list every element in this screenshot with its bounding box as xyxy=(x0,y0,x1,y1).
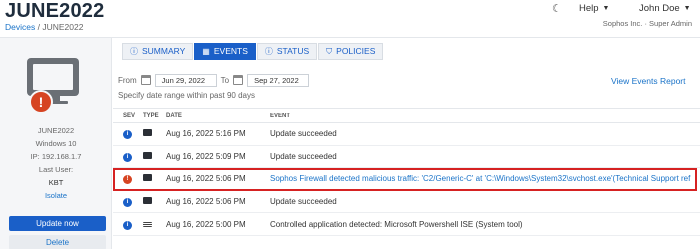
delete-button[interactable]: Delete xyxy=(9,235,106,249)
view-events-report-link[interactable]: View Events Report xyxy=(611,76,686,86)
user-menu[interactable]: John Doe ▼ xyxy=(639,3,691,14)
chevron-down-icon: ▼ xyxy=(683,5,691,12)
tab-label: STATUS xyxy=(276,46,310,56)
help-label: Help xyxy=(579,3,599,14)
event-text: Update succeeded xyxy=(270,129,337,139)
table-row[interactable]: i Aug 16, 2022 5:16 PM Update succeeded xyxy=(113,123,700,146)
tab-label: POLICIES xyxy=(336,46,376,56)
device-ip: IP: 192.168.1.7 xyxy=(30,152,82,161)
grid-icon: ▦ xyxy=(202,47,210,56)
device-icon xyxy=(143,197,152,205)
col-event: EVENT xyxy=(270,112,291,119)
range-note: Specify date range within past 90 days xyxy=(118,91,255,100)
tab-label: SUMMARY xyxy=(142,46,186,56)
last-user-value: KBT xyxy=(48,178,64,187)
info-severity-icon: i xyxy=(123,198,132,208)
tab-bar: ⓘ SUMMARY ▦ EVENTS ⓘ STATUS ⛉ POLICIES xyxy=(122,43,384,60)
event-date: Aug 16, 2022 5:06 PM xyxy=(166,197,246,207)
table-row-highlighted[interactable]: ! Aug 16, 2022 5:06 PM Sophos Firewall d… xyxy=(113,168,697,191)
from-date-field[interactable]: Jun 29, 2022 xyxy=(154,73,217,87)
event-date: Aug 16, 2022 5:16 PM xyxy=(166,129,246,139)
org-label: Sophos Inc. · Super Admin xyxy=(602,19,692,28)
breadcrumb: Devices / JUNE2022 xyxy=(5,22,83,32)
breadcrumb-current: JUNE2022 xyxy=(42,22,84,32)
col-type: TYPE xyxy=(143,112,159,119)
info-severity-icon: i xyxy=(123,130,132,140)
events-table: SEV TYPE DATE EVENT i Aug 16, 2022 5:16 … xyxy=(113,108,700,236)
event-text: Update succeeded xyxy=(270,151,337,161)
info-icon: ⓘ xyxy=(130,47,138,56)
moon-icon[interactable]: ☾ xyxy=(552,2,562,15)
device-sidebar: ! JUNE2022 Windows 10 IP: 192.168.1.7 La… xyxy=(0,38,112,249)
to-date-field[interactable]: Sep 27, 2022 xyxy=(247,73,310,87)
tab-status[interactable]: ⓘ STATUS xyxy=(256,43,318,60)
event-date: Aug 16, 2022 5:06 PM xyxy=(166,174,246,184)
device-os: Windows 10 xyxy=(35,139,77,148)
col-sev: SEV xyxy=(123,112,136,119)
tab-policies[interactable]: ⛉ POLICIES xyxy=(318,43,384,60)
error-severity-icon: ! xyxy=(123,175,132,185)
info-severity-icon: i xyxy=(123,152,132,162)
shield-icon: ⛉ xyxy=(326,47,333,56)
device-name: JUNE2022 xyxy=(37,126,75,135)
calendar-icon[interactable] xyxy=(140,75,151,85)
page-title: JUNE2022 xyxy=(5,0,105,22)
table-header: SEV TYPE DATE EVENT xyxy=(113,108,700,123)
last-user-label: Last User: xyxy=(38,165,74,174)
event-date: Aug 16, 2022 5:09 PM xyxy=(166,151,246,161)
table-row[interactable]: i Aug 16, 2022 5:06 PM Update succeeded xyxy=(113,191,700,214)
tab-label: EVENTS xyxy=(213,46,248,56)
date-filter: From Jun 29, 2022 To Sep 27, 2022 Specif… xyxy=(118,73,310,100)
device-icon xyxy=(143,129,152,137)
user-label: John Doe xyxy=(639,3,680,14)
page-header: JUNE2022 Devices / JUNE2022 ☾ Help ▼ John… xyxy=(0,0,700,38)
col-date: DATE xyxy=(166,112,182,119)
device-icon xyxy=(143,174,152,182)
info-severity-icon: i xyxy=(123,220,132,230)
chevron-down-icon: ▼ xyxy=(602,5,610,12)
table-row[interactable]: i Aug 16, 2022 5:09 PM Update succeeded xyxy=(113,146,700,169)
isolate-link[interactable]: Isolate xyxy=(0,189,112,202)
breadcrumb-devices-link[interactable]: Devices xyxy=(5,22,35,32)
app-control-icon xyxy=(143,221,152,227)
table-row[interactable]: i Aug 16, 2022 5:00 PM Controlled applic… xyxy=(113,213,700,236)
tab-summary[interactable]: ⓘ SUMMARY xyxy=(122,43,194,60)
tab-events[interactable]: ▦ EVENTS xyxy=(194,43,256,60)
to-label: To xyxy=(220,75,230,85)
help-menu[interactable]: Help ▼ xyxy=(579,3,609,14)
update-now-button[interactable]: Update now xyxy=(9,216,106,231)
alert-icon: ! xyxy=(29,90,53,114)
breadcrumb-separator: / xyxy=(37,22,40,32)
calendar-icon[interactable] xyxy=(233,75,244,85)
device-icon xyxy=(143,151,152,159)
event-text-link[interactable]: Sophos Firewall detected malicious traff… xyxy=(270,174,697,183)
event-text: Controlled application detected: Microso… xyxy=(270,219,523,229)
event-text: Update succeeded xyxy=(270,197,337,207)
info-icon: ⓘ xyxy=(264,47,273,56)
device-info: JUNE2022 Windows 10 IP: 192.168.1.7 Last… xyxy=(0,124,112,202)
event-date: Aug 16, 2022 5:00 PM xyxy=(166,219,246,229)
from-label: From xyxy=(118,75,137,85)
